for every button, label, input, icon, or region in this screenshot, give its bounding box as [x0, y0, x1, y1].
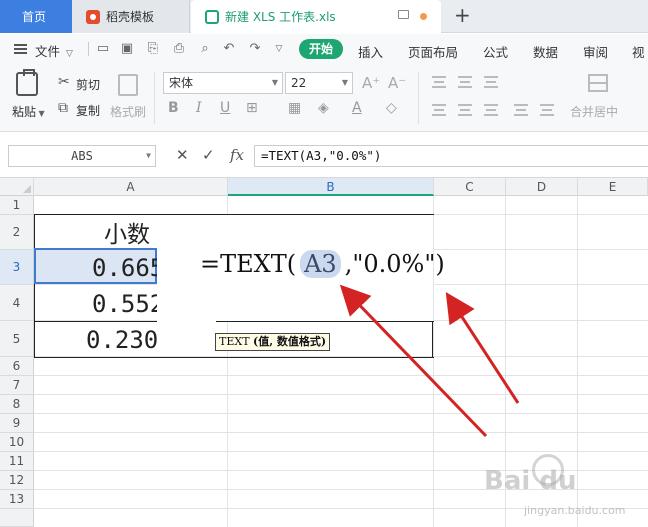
arrow-to-reference — [339, 284, 488, 438]
watermark-brand: Bai du — [484, 466, 577, 496]
watermark-url: jingyan.baidu.com — [524, 504, 626, 517]
arrow-to-format — [445, 291, 520, 404]
annotation-arrows — [339, 284, 520, 438]
watermark: Bai du jingyan.baidu.com — [484, 454, 644, 524]
